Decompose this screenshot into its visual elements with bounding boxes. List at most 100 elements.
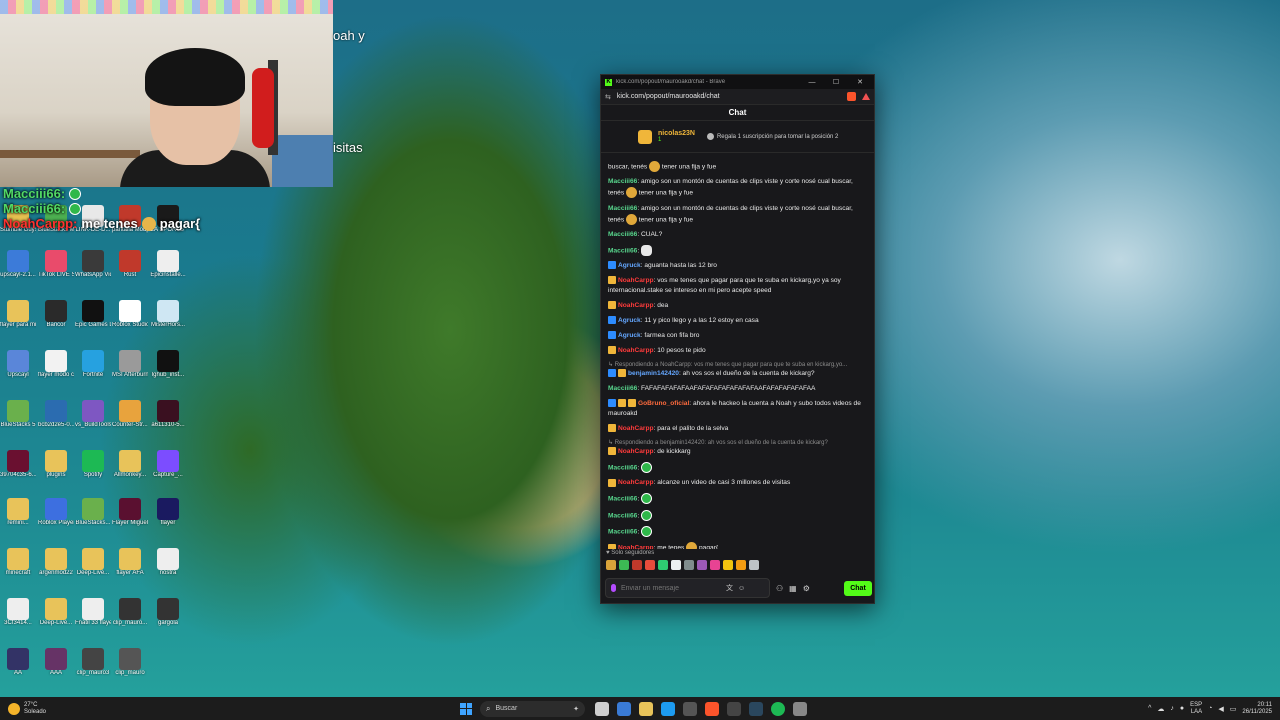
app-icon[interactable] [683,701,697,716]
desktop-icon[interactable]: Epicinstalle... [150,250,186,279]
settings-app-icon[interactable] [793,701,807,716]
chat-username[interactable]: Macciii66 [608,464,637,471]
desktop-icon[interactable]: flayer AFA [112,548,148,577]
close-button[interactable]: ✕ [850,78,870,86]
brave-shields-icon[interactable] [847,92,856,101]
wifi-icon[interactable]: ◔ [1208,705,1212,712]
message-input-container[interactable]: 文 ☺ [605,578,770,598]
widgets-icon[interactable] [617,701,631,716]
start-button[interactable] [460,702,472,715]
chat-username[interactable]: Macciii66 [608,205,637,212]
desktop-icon[interactable]: 3Cf3414... [0,598,36,627]
message-input[interactable] [621,584,721,592]
desktop-icon[interactable]: vs_BuildTools [75,400,111,429]
desktop-icon[interactable]: Flayer Miguel [112,498,148,527]
emote-icon[interactable] [619,560,629,570]
emote-icon[interactable] [697,560,707,570]
emote-icon[interactable] [710,560,720,570]
chat-username[interactable]: Agruck [618,262,641,269]
chat-username[interactable]: NoahCarpp [618,277,654,284]
github-icon[interactable] [727,701,741,716]
chat-username[interactable]: NoahCarpp [618,425,654,432]
emote-icon[interactable] [736,560,746,570]
desktop-icon[interactable]: flayer [150,498,186,527]
desktop-icon[interactable]: Upscayl [0,350,36,379]
desktop-icon[interactable]: 39704c35-6... [0,450,36,479]
desktop-icon[interactable]: MSI Afterburner [112,350,148,379]
chat-popout-window[interactable]: K kick.com/popout/maurooakd/chat - Brave… [600,74,875,604]
settings-icon[interactable]: ⚙ [803,584,810,593]
desktop-icon[interactable]: Roblox Player [38,498,74,527]
edge-icon[interactable] [661,701,675,716]
desktop-icon[interactable]: Roblox Studio [112,300,148,329]
desktop-icon[interactable]: flayer para miguel [0,300,36,329]
desktop-icon[interactable]: minecraft [0,548,36,577]
quick-emotes[interactable] [606,560,759,570]
tray-color-icon[interactable]: ● [1180,705,1184,712]
emote-icon[interactable] [723,560,733,570]
emote-icon[interactable] [658,560,668,570]
chat-username[interactable]: Macciii66 [608,528,637,535]
brave-icon[interactable] [705,701,719,716]
desktop-icon[interactable]: plugins [38,450,74,479]
language-indicator[interactable]: ESP LAA [1190,702,1202,716]
desktop-icon[interactable]: clip_mauro [112,648,148,677]
leaderboard-user[interactable]: nicolas23N [658,130,695,137]
chat-username[interactable]: Macciii66 [608,231,637,238]
desktop-icon[interactable]: AA [0,648,36,677]
gift-leaderboard[interactable]: nicolas23N 1 Regala 1 suscripción para t… [601,121,874,153]
desktop-icon[interactable]: Allmonkey... [112,450,148,479]
chat-username[interactable]: NoahCarpp [618,479,654,486]
steam-icon[interactable] [749,701,763,716]
mic-icon[interactable] [611,584,616,592]
emoji-icon[interactable]: ☺ [738,585,745,592]
emote-icon[interactable] [671,560,681,570]
clock[interactable]: 20:11 26/11/2025 [1242,702,1272,716]
chat-username[interactable]: Macciii66 [608,385,637,392]
desktop-icon[interactable]: nostra [150,548,186,577]
desktop-icon[interactable]: Bancor [38,300,74,329]
chat-username[interactable]: NoahCarpp [618,302,654,309]
task-view-icon[interactable] [595,701,609,716]
desktop-icon[interactable]: flayer modo carrera [38,350,74,379]
brave-rewards-icon[interactable] [862,93,870,100]
desktop-icon[interactable]: Capture_... [150,450,186,479]
maximize-button[interactable]: ☐ [826,78,846,86]
tray-chevron-icon[interactable]: ^ [1148,705,1151,712]
desktop-icon[interactable]: TikTok LIVE Studio [38,250,74,279]
desktop-icon[interactable]: WhatsApp Video 2025... [75,250,111,279]
desktop-icon[interactable]: BlueStacks... [75,498,111,527]
chat-username[interactable]: NoahCarpp [618,347,654,354]
chat-username[interactable]: Macciii66 [608,178,637,185]
emote-icon[interactable] [749,560,759,570]
emote-icon[interactable] [632,560,642,570]
chat-username[interactable]: NoahCarpp [618,544,654,549]
desktop-icon[interactable]: Fnatil 33 flayer de... [75,598,111,627]
minimize-button[interactable]: — [802,79,822,86]
chat-username[interactable]: NoahCarpp [618,448,654,455]
desktop-icon[interactable]: Counter-Str... 2 [112,400,148,429]
desktop-icon[interactable]: clip_mauro3 [75,648,111,677]
window-titlebar[interactable]: K kick.com/popout/maurooakd/chat - Brave… [601,75,874,89]
spotify-icon[interactable] [771,701,785,716]
taskbar-search[interactable]: ⌕ Buscar ✦ [480,700,585,717]
desktop-icon[interactable]: bcb2d2e5-0... [38,400,74,429]
chat-username[interactable]: benjamin142420 [628,370,679,377]
chat-username[interactable]: Agruck [618,317,641,324]
desktop-icon[interactable]: Spotify [75,450,111,479]
desktop-icon[interactable]: a611310-5... [150,400,186,429]
gift-sub-prompt[interactable]: Regala 1 suscripción para tomar la posic… [706,132,838,140]
chat-username[interactable]: Agruck [618,332,641,339]
desktop-icon[interactable]: BlueStacks 5 [0,400,36,429]
tray-apps-icon[interactable]: ☁ [1157,705,1164,713]
volume-icon[interactable]: ◀ [1218,705,1223,713]
desktop-icon[interactable]: Rust [112,250,148,279]
tray-mic-icon[interactable]: ♪ [1170,705,1174,712]
translate-icon[interactable]: 文 [726,583,733,593]
chat-messages[interactable]: buscar, tenés tener una fija y fue Maccii… [601,161,874,549]
emote-icon[interactable] [606,560,616,570]
chat-username[interactable]: Macciii66 [608,512,637,519]
chat-username[interactable]: Macciii66 [608,247,637,254]
chat-username[interactable]: Macciii66 [608,496,637,503]
desktop-icon[interactable]: Fortnite [75,350,111,379]
